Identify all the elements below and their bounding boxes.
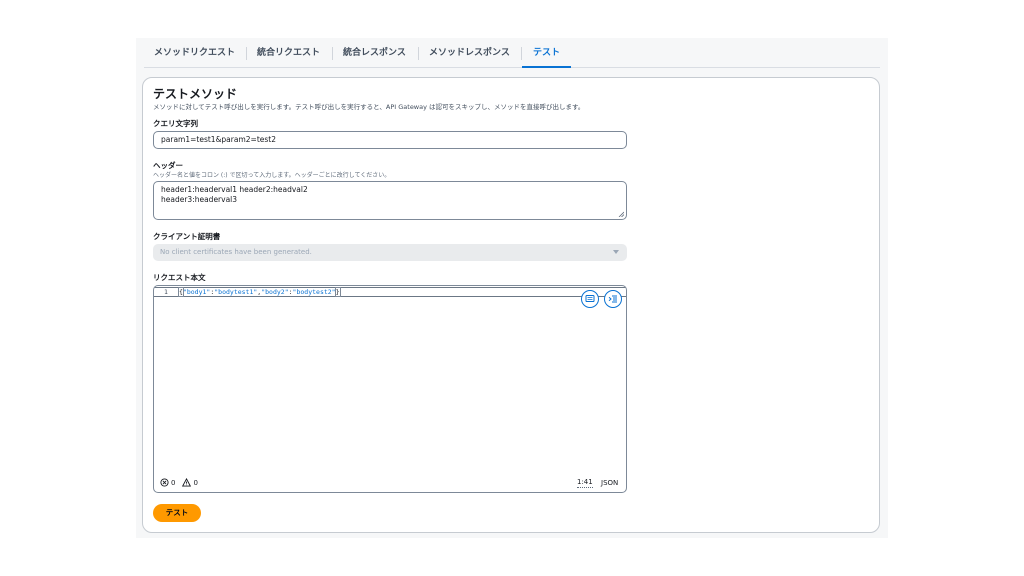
tab-integration-request[interactable]: 統合リクエスト bbox=[257, 44, 320, 68]
client-certificate-placeholder: No client certificates have been generat… bbox=[160, 248, 312, 256]
query-string-label: クエリ文字列 bbox=[153, 119, 198, 128]
headers-line: header1:headerval1 header2:headval2 bbox=[161, 185, 308, 194]
tab-integration-response[interactable]: 統合レスポンス bbox=[343, 44, 406, 68]
tab-divider bbox=[521, 47, 522, 60]
page-title: テストメソッド bbox=[153, 87, 238, 101]
indent-icon bbox=[608, 295, 617, 303]
editor-status-left: 0 0 bbox=[160, 478, 198, 487]
tab-divider bbox=[246, 47, 247, 60]
tab-test[interactable]: テスト bbox=[521, 44, 572, 68]
client-certificate-select: No client certificates have been generat… bbox=[153, 244, 627, 261]
error-count: 0 bbox=[171, 478, 176, 487]
tab-method-request[interactable]: メソッドリクエスト bbox=[154, 44, 235, 68]
headers-line: header3:headerval3 bbox=[161, 195, 238, 204]
warning-icon bbox=[182, 478, 192, 487]
language-mode: JSON bbox=[601, 479, 619, 487]
tab-bar: メソッドリクエスト 統合リクエスト 統合レスポンス メソッドレスポンス テスト bbox=[144, 44, 880, 68]
request-body-label: リクエスト本文 bbox=[153, 273, 206, 282]
format-button[interactable] bbox=[581, 290, 599, 308]
code-line[interactable]: {"body1":"bodytest1","body2":"bodytest2"… bbox=[178, 287, 341, 297]
format-icon bbox=[585, 295, 595, 302]
query-string-input[interactable]: param1=test1&param2=test2 bbox=[153, 131, 627, 149]
warning-count: 0 bbox=[193, 478, 198, 487]
page-description: メソッドに対してテスト呼び出しを実行します。テスト呼び出しを実行すると、API … bbox=[153, 103, 585, 111]
client-certificate-label: クライアント証明書 bbox=[153, 232, 221, 241]
error-icon bbox=[160, 478, 169, 487]
tab-divider bbox=[418, 47, 419, 60]
resize-handle-icon[interactable] bbox=[618, 211, 624, 217]
active-code-line: 1 {"body1":"bodytest1","body2":"bodytest… bbox=[154, 287, 626, 297]
headers-hint: ヘッダー名と値をコロン (:) で区切って入力します。ヘッダーごとに改行してくだ… bbox=[153, 172, 391, 179]
cursor-position[interactable]: 1:41 bbox=[577, 478, 593, 488]
request-body-editor[interactable]: 1 {"body1":"bodytest1","body2":"bodytest… bbox=[153, 285, 627, 493]
headers-textarea[interactable]: header1:headerval1 header2:headval2 head… bbox=[153, 181, 627, 220]
test-button[interactable]: テスト bbox=[153, 504, 201, 522]
tab-divider bbox=[332, 47, 333, 60]
line-number: 1 bbox=[164, 288, 168, 296]
caret-down-icon bbox=[613, 250, 619, 254]
tab-method-response[interactable]: メソッドレスポンス bbox=[429, 44, 510, 68]
indent-button[interactable] bbox=[604, 290, 622, 308]
